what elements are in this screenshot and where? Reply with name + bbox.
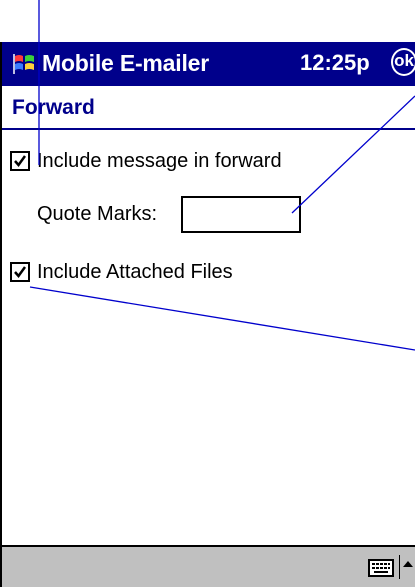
keyboard-icon[interactable] — [368, 559, 394, 577]
quote-marks-label: Quote Marks: — [37, 203, 158, 225]
checkmark-icon — [14, 155, 27, 168]
checkmark-icon — [14, 266, 27, 279]
clock[interactable]: 12:25p — [300, 48, 370, 78]
ok-button[interactable]: ok — [391, 48, 415, 76]
app-title: Mobile E-mailer — [42, 50, 209, 76]
title-bar: Mobile E-mailer 12:25p ok — [2, 42, 415, 86]
include-message-label[interactable]: Include message in forward — [37, 150, 282, 173]
windows-flag-icon[interactable] — [12, 50, 38, 76]
command-bar — [2, 545, 415, 587]
include-attached-label[interactable]: Include Attached Files — [37, 261, 233, 284]
up-arrow-icon — [403, 561, 413, 567]
quote-marks-input[interactable] — [181, 196, 301, 233]
include-message-checkbox[interactable] — [10, 151, 30, 171]
input-panel-arrow[interactable] — [399, 555, 413, 579]
page-header: Forward — [2, 86, 415, 130]
include-attached-checkbox[interactable] — [10, 262, 30, 282]
page-title: Forward — [12, 96, 95, 119]
